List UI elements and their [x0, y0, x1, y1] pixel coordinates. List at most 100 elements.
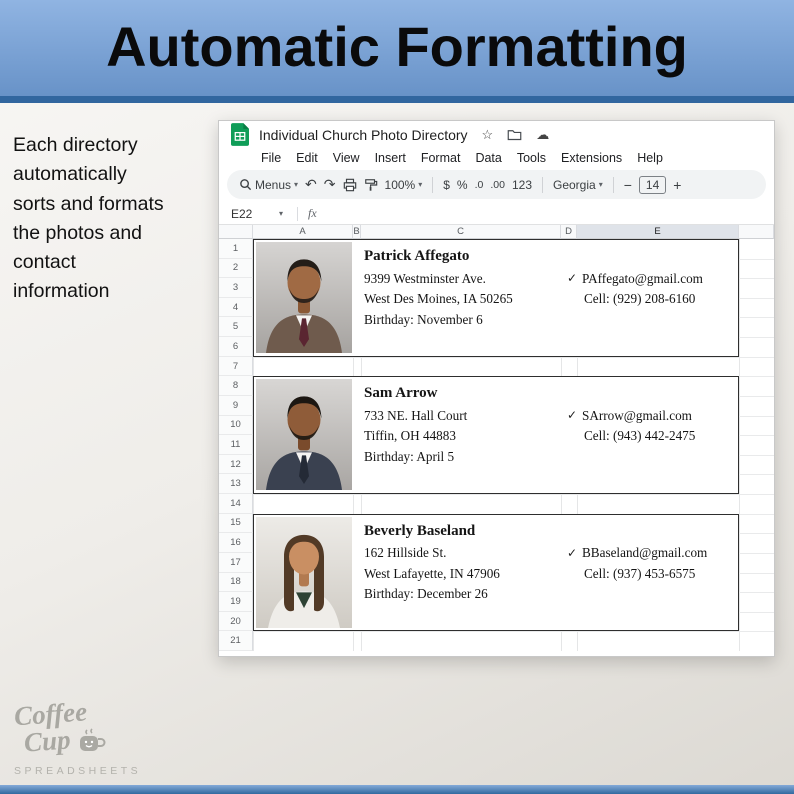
doc-title[interactable]: Individual Church Photo Directory — [259, 127, 468, 143]
format-percent-button[interactable]: % — [457, 178, 468, 192]
undo-button[interactable]: ↶ — [305, 176, 317, 193]
menus-label: Menus — [255, 178, 291, 192]
row-header-15[interactable]: 15 — [219, 514, 253, 534]
folder-icon[interactable] — [507, 128, 522, 141]
chevron-down-icon: ▾ — [599, 180, 603, 189]
column-header-A[interactable]: A — [253, 225, 353, 239]
bottom-bar — [0, 785, 794, 794]
row-header-13[interactable]: 13 — [219, 474, 253, 494]
entry-name: Patrick Affegato — [364, 248, 469, 265]
menu-item-edit[interactable]: Edit — [296, 151, 318, 165]
menu-item-data[interactable]: Data — [475, 151, 501, 165]
entry-email: SArrow@gmail.com — [582, 408, 692, 424]
chevron-down-icon: ▾ — [294, 180, 298, 189]
entry-photo[interactable] — [256, 379, 352, 490]
spreadsheet-grid[interactable]: 123456789101112131415161718192021 Patric… — [219, 239, 774, 651]
column-header-D[interactable]: D — [561, 225, 577, 239]
zoom-select[interactable]: 100% ▾ — [385, 178, 423, 192]
entry-email: PAffegato@gmail.com — [582, 271, 703, 287]
directory-entry[interactable]: Beverly Baseland162 Hillside St.West Laf… — [253, 514, 739, 632]
entry-photo[interactable] — [256, 242, 352, 353]
check-icon: ✓ — [567, 408, 577, 422]
increase-font-size-button[interactable]: + — [673, 177, 681, 193]
menu-item-extensions[interactable]: Extensions — [561, 151, 622, 165]
number-format-button[interactable]: 123 — [512, 178, 532, 192]
row-header-10[interactable]: 10 — [219, 416, 253, 436]
row-header-2[interactable]: 2 — [219, 259, 253, 279]
row-header-19[interactable]: 19 — [219, 592, 253, 612]
decrease-font-size-button[interactable]: − — [624, 177, 632, 193]
toolbar: Menus ▾ ↶ ↷ 100% ▾ — [227, 170, 766, 199]
font-size-input[interactable]: 14 — [639, 176, 666, 194]
grid-row-line — [219, 631, 774, 632]
column-header-C[interactable]: C — [361, 225, 561, 239]
entry-address1: 162 Hillside St. — [364, 545, 446, 561]
menu-item-view[interactable]: View — [333, 151, 360, 165]
row-header-12[interactable]: 12 — [219, 455, 253, 475]
fx-icon: fx — [308, 206, 317, 221]
menu-item-insert[interactable]: Insert — [375, 151, 406, 165]
column-header-B[interactable]: B — [353, 225, 361, 239]
row-header-20[interactable]: 20 — [219, 612, 253, 632]
row-header-18[interactable]: 18 — [219, 573, 253, 593]
chevron-down-icon: ▾ — [279, 209, 283, 218]
check-icon: ✓ — [567, 271, 577, 285]
logo-subtitle: SPREADSHEETS — [14, 765, 141, 777]
column-header-E[interactable]: E — [577, 225, 739, 239]
entry-email: BBaseland@gmail.com — [582, 545, 707, 561]
menu-bar: File Edit View Insert Format Data Tools Extensi… — [261, 148, 663, 168]
row-header-5[interactable]: 5 — [219, 317, 253, 337]
directory-entry[interactable]: Sam Arrow 733 NE. Hall Court Tiffin, OH 44… — [253, 376, 739, 494]
row-header-3[interactable]: 3 — [219, 278, 253, 298]
row-header-7[interactable]: 7 — [219, 357, 253, 377]
row-header-8[interactable]: 8 — [219, 376, 253, 396]
menus-button[interactable]: Menus ▾ — [239, 178, 298, 192]
column-header-blank — [219, 225, 253, 239]
decrease-decimal-button[interactable]: .0 — [475, 179, 484, 191]
menu-item-format[interactable]: Format — [421, 151, 461, 165]
menu-item-help[interactable]: Help — [637, 151, 663, 165]
cloud-icon[interactable]: ☁ — [536, 128, 549, 141]
sheets-logo-icon[interactable] — [231, 123, 249, 146]
toolbar-divider — [432, 177, 433, 193]
row-header-21[interactable]: 21 — [219, 631, 253, 651]
row-header-4[interactable]: 4 — [219, 298, 253, 318]
entry-name: Beverly Baseland — [364, 523, 475, 540]
print-button[interactable] — [343, 178, 357, 192]
directory-entry[interactable]: Patrick Affegato9399 Westminster Ave.Wes… — [253, 239, 739, 357]
redo-button[interactable]: ↷ — [324, 176, 336, 193]
paint-format-button[interactable] — [364, 178, 378, 192]
grid-row-line — [219, 494, 774, 495]
format-currency-button[interactable]: $ — [443, 178, 450, 192]
row-header-16[interactable]: 16 — [219, 533, 253, 553]
entry-photo[interactable] — [256, 517, 352, 628]
toolbar-divider — [542, 177, 543, 193]
increase-decimal-button[interactable]: .00 — [490, 179, 505, 191]
entry-address2: Tiffin, OH 44883 — [364, 428, 456, 444]
row-header-14[interactable]: 14 — [219, 494, 253, 514]
row-header-9[interactable]: 9 — [219, 396, 253, 416]
poster: Automatic Formatting Each directory auto… — [0, 0, 794, 794]
font-select[interactable]: Georgia ▾ — [553, 178, 603, 192]
row-header-6[interactable]: 6 — [219, 337, 253, 357]
column-headers: ABCDE — [219, 225, 774, 239]
formula-bar: E22 ▾ fx — [219, 203, 774, 225]
menu-item-tools[interactable]: Tools — [517, 151, 546, 165]
zoom-value: 100% — [385, 178, 416, 192]
grid-row-line — [219, 357, 774, 358]
entry-name: Sam Arrow — [364, 385, 437, 402]
row-header-11[interactable]: 11 — [219, 435, 253, 455]
name-box-value: E22 — [231, 207, 252, 221]
entry-address1: 733 NE. Hall Court — [364, 408, 467, 424]
entry-address2: West Des Moines, IA 50265 — [364, 291, 513, 307]
menu-item-file[interactable]: File — [261, 151, 281, 165]
star-icon[interactable]: ☆ — [482, 128, 494, 141]
entry-birthday: Birthday: April 5 — [364, 449, 454, 465]
search-icon — [239, 178, 252, 191]
name-box[interactable]: E22 ▾ — [231, 207, 283, 221]
row-header-17[interactable]: 17 — [219, 553, 253, 573]
row-header-1[interactable]: 1 — [219, 239, 253, 259]
banner: Automatic Formatting — [0, 0, 794, 103]
formula-bar-divider — [297, 207, 298, 221]
coffee-cup-icon — [77, 728, 107, 756]
